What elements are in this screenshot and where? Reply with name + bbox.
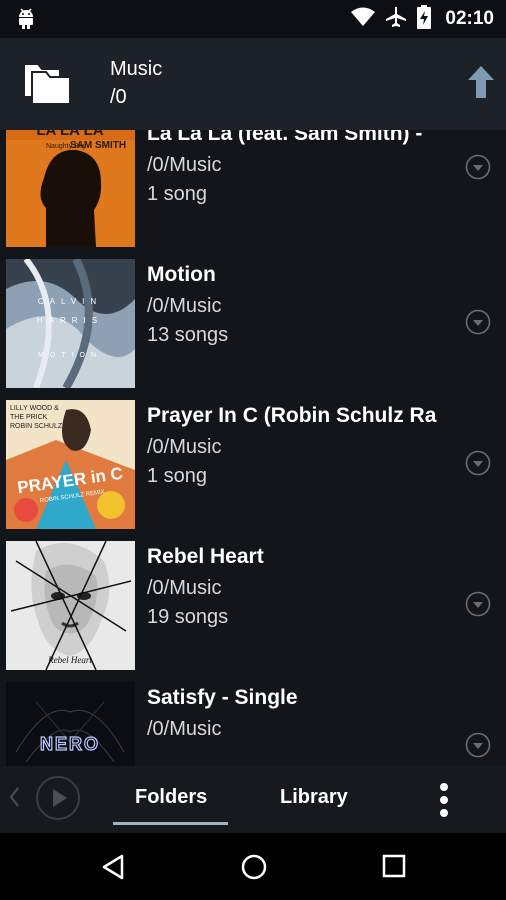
list-item[interactable]: CALVIN HARRIS MOTION Motion /0/Music 13 … <box>0 253 506 395</box>
folder-header: Music /0 <box>0 38 506 130</box>
album-art: NERO <box>6 682 135 766</box>
play-button[interactable] <box>36 776 80 820</box>
chevron-left-icon[interactable] <box>8 786 20 814</box>
folder-path: /0/Music <box>147 154 222 176</box>
status-bar: 02:10 <box>0 0 506 38</box>
more-options-icon[interactable] <box>465 450 491 476</box>
folder-name: Prayer In C (Robin Schulz Ra <box>147 404 437 427</box>
folder-name: Satisfy - Single <box>147 686 298 709</box>
up-arrow-icon[interactable] <box>468 66 494 103</box>
android-icon <box>16 7 36 34</box>
wifi-icon <box>351 7 376 32</box>
folder-path: /0 <box>110 86 127 108</box>
airplane-icon <box>385 6 407 33</box>
art-text: ROBIN SCHULZ <box>10 423 63 430</box>
song-count: 13 songs <box>147 324 229 346</box>
art-text: MOTION <box>38 352 102 359</box>
folder-path: /0/Music <box>147 718 222 740</box>
folder-icon <box>22 60 74 111</box>
art-text: HARRIS <box>37 316 103 325</box>
more-options-icon[interactable] <box>465 591 491 617</box>
more-options-icon[interactable] <box>465 154 491 180</box>
art-text: THE PRICK <box>10 414 48 421</box>
recents-icon[interactable] <box>381 853 407 884</box>
list-item[interactable]: NERO Satisfy - Single /0/Music <box>0 676 506 766</box>
back-icon[interactable] <box>100 853 126 886</box>
system-nav-bar <box>0 833 506 900</box>
clock: 02:10 <box>445 8 494 29</box>
art-text: LILLY WOOD & <box>10 405 59 412</box>
overflow-menu-icon[interactable] <box>438 782 450 823</box>
more-options-icon[interactable] <box>465 732 491 758</box>
art-text: CALVIN <box>38 297 102 306</box>
active-tab-indicator <box>113 822 228 825</box>
list-item[interactable]: LILLY WOOD & THE PRICK ROBIN SCHULZ PRAY… <box>0 394 506 536</box>
album-art: Rebel Heart <box>6 541 135 670</box>
tab-library[interactable]: Library <box>280 786 348 809</box>
art-text: NERO <box>40 734 100 754</box>
battery-charging-icon <box>417 4 432 34</box>
list-item[interactable]: Rebel Heart Rebel Heart /0/Music 19 song… <box>0 535 506 677</box>
home-icon[interactable] <box>240 853 268 886</box>
song-count: 1 song <box>147 183 208 205</box>
song-count: 19 songs <box>147 606 229 628</box>
folder-path: /0/Music <box>147 295 222 317</box>
play-icon <box>53 789 67 807</box>
album-art: LA LA LA Naughty Boy SAM SMITH <box>6 130 135 247</box>
folder-name: Motion <box>147 263 216 286</box>
album-art: CALVIN HARRIS MOTION <box>6 259 135 388</box>
folder-name: La La La (feat. Sam Smith) - <box>147 130 423 145</box>
album-art: LILLY WOOD & THE PRICK ROBIN SCHULZ PRAY… <box>6 400 135 529</box>
bottom-tab-bar: Folders Library <box>0 766 506 833</box>
tab-folders[interactable]: Folders <box>135 786 207 809</box>
more-options-icon[interactable] <box>465 309 491 335</box>
folder-path: /0/Music <box>147 436 222 458</box>
art-text: LA LA LA <box>36 130 103 139</box>
list-item[interactable]: LA LA LA Naughty Boy SAM SMITH La La La … <box>0 130 506 254</box>
folder-title: Music <box>110 58 163 80</box>
song-count: 1 song <box>147 465 208 487</box>
folder-path: /0/Music <box>147 577 222 599</box>
folder-name: Rebel Heart <box>147 545 264 568</box>
art-text: SAM SMITH <box>70 140 126 151</box>
art-text: Rebel Heart <box>47 655 92 665</box>
folder-list: LA LA LA Naughty Boy SAM SMITH La La La … <box>0 130 506 766</box>
